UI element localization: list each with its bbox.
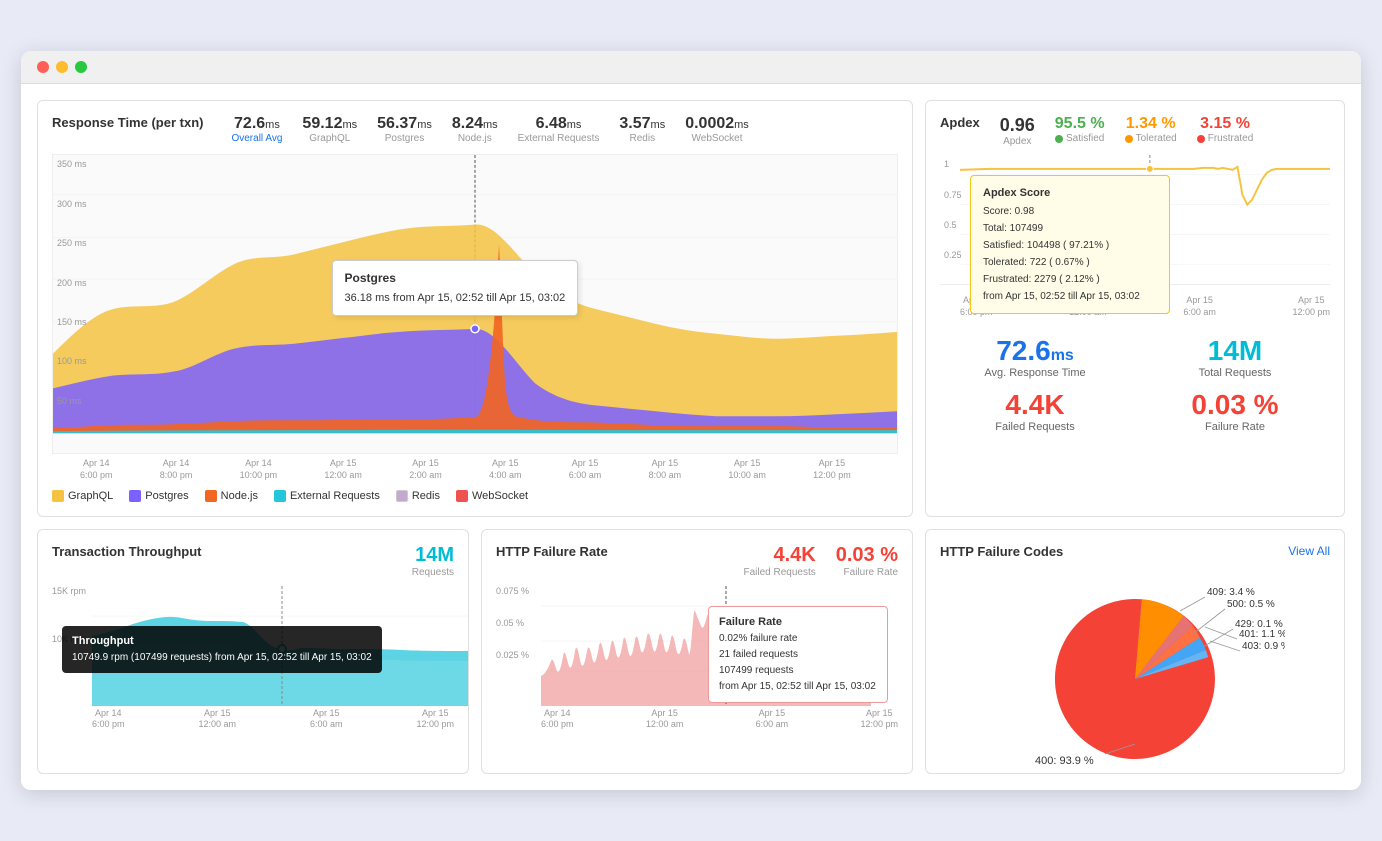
apdex-frustrated: 3.15 % Frustrated [1197,115,1254,144]
bottom-row: Transaction Throughput 14M Requests 15K … [37,529,1345,774]
close-button[interactable] [37,61,49,73]
svg-text:500: 0.5 %: 500: 0.5 % [1227,599,1275,610]
rt-metric-overall: 72.6ms Overall Avg [231,115,282,144]
apdex-total-requests: 14M Total Requests [1140,335,1330,379]
failure-codes-header: HTTP Failure Codes View All [940,544,1330,559]
failed-requests-label: Failed Requests [743,567,815,578]
apdex-stats: 72.6ms Avg. Response Time 14M Total Requ… [940,335,1330,433]
throughput-value: 14M [412,544,454,567]
rt-label-overall: Overall Avg [231,133,282,144]
apdex-avg-response: 72.6ms Avg. Response Time [940,335,1130,379]
dashboard: Response Time (per txn) 72.6ms Overall A… [21,84,1361,789]
failure-rate-header: HTTP Failure Rate 4.4K Failed Requests 0… [496,544,898,578]
failure-codes-title: HTTP Failure Codes [940,544,1063,559]
rt-value-overall: 72.6 [234,115,265,132]
throughput-chart[interactable]: 15K rpm10K rpm [52,586,454,706]
failure-rate-label: Failure Rate [836,567,898,578]
apdex-tooltip: Apdex Score Score: 0.98 Total: 107499 Sa… [970,175,1170,314]
x-axis: Apr 146:00 pm Apr 148:00 pm Apr 1410:00 … [52,454,898,481]
chart-legend: GraphQL Postgres Node.js External Reques… [52,490,898,502]
throughput-x-axis: Apr 146:00 pm Apr 1512:00 am Apr 156:00 … [52,706,454,731]
rt-metric-postgres: 56.37ms Postgres [377,115,432,144]
response-time-header: Response Time (per txn) 72.6ms Overall A… [52,115,898,144]
response-time-panel: Response Time (per txn) 72.6ms Overall A… [37,100,913,516]
throughput-header: Transaction Throughput 14M Requests [52,544,454,578]
rt-metric-nodejs: 8.24ms Node.js [452,115,498,144]
failure-codes-panel: HTTP Failure Codes View All [925,529,1345,774]
failure-rate-x-axis: Apr 146:00 pm Apr 1512:00 am Apr 156:00 … [496,706,898,731]
rt-metric-redis: 3.57ms Redis [619,115,665,144]
response-time-title: Response Time (per txn) [52,115,203,130]
throughput-title: Transaction Throughput [52,544,202,559]
browser-window: Response Time (per txn) 72.6ms Overall A… [21,51,1361,789]
top-row: Response Time (per txn) 72.6ms Overall A… [37,100,1345,516]
throughput-panel: Transaction Throughput 14M Requests 15K … [37,529,469,774]
rt-metric-graphql: 59.12ms GraphQL [302,115,357,144]
apdex-tolerated: 1.34 % Tolerated [1125,115,1177,144]
svg-text:409: 3.4 %: 409: 3.4 % [1207,587,1255,598]
browser-titlebar [21,51,1361,84]
maximize-button[interactable] [75,61,87,73]
minimize-button[interactable] [56,61,68,73]
response-time-chart[interactable]: Postgres 36.18 ms from Apr 15, 02:52 til… [52,154,898,454]
failure-rate-tooltip: Failure Rate 0.02% failure rate 21 faile… [708,606,888,704]
svg-text:403: 0.9 %: 403: 0.9 % [1242,641,1285,652]
failed-requests-value: 4.4K [743,544,815,567]
throughput-tooltip: Throughput 10749.9 rpm (107499 requests)… [62,626,382,674]
apdex-header: Apdex 0.96 Apdex 95.5 % Satisfied [940,115,1330,147]
apdex-chart[interactable]: 10.750.50.25 [940,155,1330,285]
failure-rate-chart[interactable]: 0.075 %0.05 %0.025 % [496,586,898,706]
apdex-satisfied: 95.5 % Satisfied [1055,115,1105,144]
apdex-failure-rate: 0.03 % Failure Rate [1140,389,1330,433]
apdex-failed-requests: 4.4K Failed Requests [940,389,1130,433]
throughput-label: Requests [412,567,454,578]
rt-metric-websocket: 0.0002ms WebSocket [685,115,749,144]
failure-rate-panel: HTTP Failure Rate 4.4K Failed Requests 0… [481,529,913,774]
view-all-link[interactable]: View All [1288,544,1330,558]
apdex-score: 0.96 Apdex [1000,115,1035,147]
pie-chart: 500: 0.5 % 429: 0.1 % 409: 3.4 % 403: 0.… [940,579,1330,759]
failure-rate-value: 0.03 % [836,544,898,567]
apdex-panel: Apdex 0.96 Apdex 95.5 % Satisfied [925,100,1345,516]
apdex-title: Apdex [940,115,980,130]
svg-text:400: 93.9 %: 400: 93.9 % [1035,755,1094,767]
svg-text:401: 1.1 %: 401: 1.1 % [1239,629,1285,640]
failure-rate-title: HTTP Failure Rate [496,544,608,559]
rt-metric-external: 6.48ms External Requests [518,115,600,144]
